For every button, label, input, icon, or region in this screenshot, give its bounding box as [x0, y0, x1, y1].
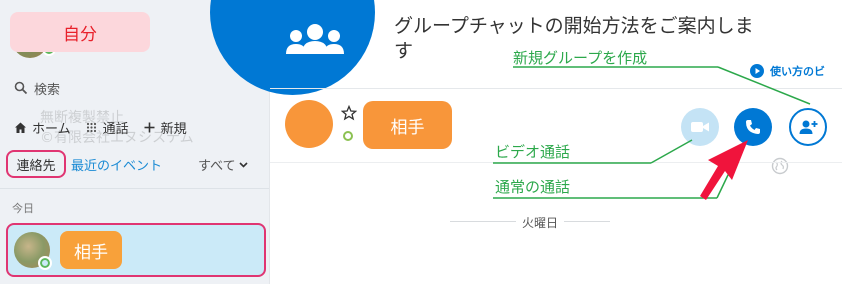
conversation-status-icon: [343, 131, 353, 141]
self-name-label: 自分: [10, 12, 150, 52]
play-icon: [750, 64, 764, 78]
plus-icon: [144, 122, 155, 132]
phone-icon: [746, 120, 760, 134]
howto-video-link[interactable]: 使い方のビ: [750, 63, 825, 79]
nav-calls-label: 通話: [102, 121, 129, 137]
home-icon: [15, 122, 26, 133]
search-box[interactable]: 検索: [14, 78, 60, 98]
add-participant-button[interactable]: [789, 108, 827, 146]
dialpad-icon: [86, 122, 96, 132]
nav-new-label: 新規: [160, 121, 187, 137]
conversation-avatar[interactable]: [285, 100, 333, 148]
howto-link-label: 使い方のビ: [770, 65, 825, 78]
nav-new[interactable]: 新規: [143, 118, 187, 137]
annotation-video-call: ビデオ通話: [495, 143, 571, 161]
main-panel: グループチャットの開始方法をご案内します 新規グループを作成 使い方のビ 相手: [210, 0, 842, 284]
audio-call-button[interactable]: [734, 108, 772, 146]
tab-recent-events[interactable]: 最近のイベント: [71, 155, 162, 174]
section-header-today: 今日: [12, 202, 34, 215]
group-icon: [286, 24, 344, 54]
contact-status-icon: [38, 256, 52, 270]
tab-contacts[interactable]: 連絡先: [6, 150, 66, 178]
annotation-audio-call: 通常の通話: [495, 178, 571, 196]
star-icon[interactable]: [341, 105, 357, 121]
day-label: 火曜日: [516, 214, 565, 231]
sidebar-nav: ホーム 通話 新規: [14, 117, 201, 137]
group-chat-banner: グループチャットの開始方法をご案内します 新規グループを作成 使い方のビ: [210, 0, 842, 95]
list-item-contact[interactable]: 相手: [6, 223, 266, 277]
conversation-contact-name: 相手: [363, 101, 452, 149]
conversation-header-divider: [270, 162, 842, 163]
nav-home-label: ホーム: [32, 121, 71, 137]
search-placeholder: 検索: [34, 82, 61, 98]
filter-all-dropdown[interactable]: すべて: [198, 155, 248, 174]
contact-filter: 連絡先 最近のイベント すべて: [6, 150, 264, 178]
filter-all-label: すべて: [198, 159, 236, 174]
nav-home[interactable]: ホーム: [14, 118, 71, 137]
chevron-down-icon: [239, 161, 248, 168]
search-icon: [14, 81, 28, 95]
banner-divider: [270, 88, 842, 89]
contact-name-label: 相手: [60, 231, 122, 269]
sidebar-divider: [0, 188, 269, 189]
video-call-button[interactable]: [681, 108, 719, 146]
video-camera-icon: [691, 122, 709, 132]
nav-calls[interactable]: 通話: [85, 118, 129, 137]
annotation-new-group: 新規グループを作成: [513, 49, 648, 67]
day-divider: 火曜日: [270, 214, 842, 231]
globe-icon: [771, 157, 789, 175]
add-person-icon: [799, 120, 818, 134]
